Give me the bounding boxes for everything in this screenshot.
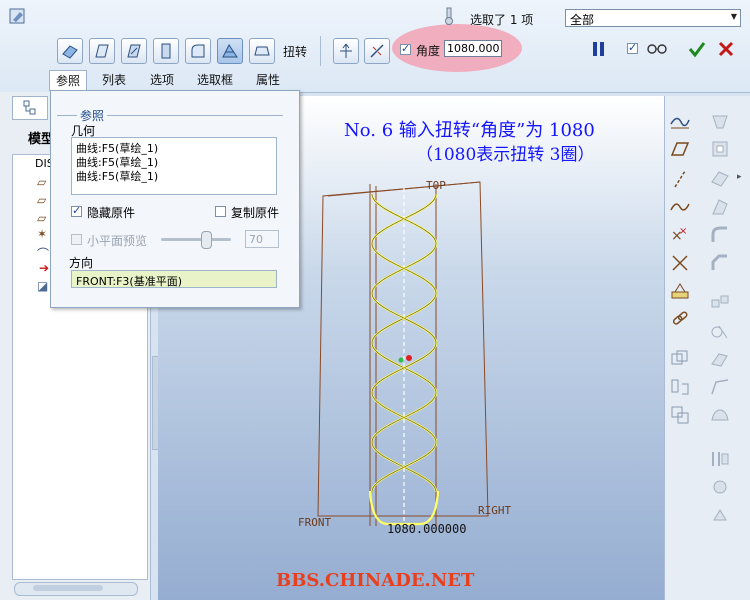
annotation-line-1: No. 6 输入扭转“角度”为 1080 bbox=[344, 120, 595, 141]
insert-here-arrow-icon[interactable]: ➔ bbox=[39, 261, 49, 275]
tab-options[interactable]: 选项 bbox=[144, 70, 180, 90]
tree-item-datum-plane[interactable]: ▱ bbox=[37, 211, 46, 225]
facet-preview-input[interactable] bbox=[245, 230, 279, 248]
twist-mode-label: 扭转 bbox=[283, 45, 308, 59]
copy-original-checkbox[interactable] bbox=[215, 206, 226, 217]
geometry-collector[interactable]: 曲线:F5(草绘_1) 曲线:F5(草绘_1) 曲线:F5(草绘_1) bbox=[71, 137, 277, 195]
angle-label: 角度 bbox=[416, 44, 441, 58]
flip-direction-button[interactable] bbox=[333, 38, 359, 64]
filter-value: 全部 bbox=[570, 13, 595, 27]
rib-icon[interactable] bbox=[709, 166, 731, 188]
chevron-down-icon: ▼ bbox=[730, 12, 737, 21]
round-icon[interactable] bbox=[709, 224, 731, 246]
direction-label: 方向 bbox=[69, 256, 94, 270]
facet-preview-label: 小平面预览 bbox=[87, 234, 148, 248]
copy-icon[interactable] bbox=[669, 348, 691, 370]
direction-collector[interactable]: FRONT:F3(基准平面) bbox=[71, 270, 277, 288]
surface-button[interactable] bbox=[89, 38, 115, 64]
datum-curve-icon[interactable] bbox=[669, 196, 691, 218]
annotation-line-2: （1080表示扭转 3圈） bbox=[416, 145, 595, 165]
trim-icon[interactable] bbox=[709, 320, 731, 342]
datum-label-front: FRONT bbox=[298, 516, 332, 529]
sweep-icon[interactable] bbox=[709, 448, 731, 470]
selection-icon bbox=[443, 6, 455, 26]
hole-icon[interactable] bbox=[709, 110, 731, 132]
feature-dashboard: 扭转 角度 选取了 1 项 全部 ▼ 参照 列表 选项 选取框 bbox=[0, 0, 750, 93]
references-panel: 参照 几何 曲线:F5(草绘_1) 曲线:F5(草绘_1) 曲线:F5(草绘_1… bbox=[50, 90, 300, 308]
boundary-icon[interactable] bbox=[709, 404, 731, 426]
model-tree-tab-icon[interactable] bbox=[12, 96, 48, 120]
confirm-icon[interactable] bbox=[688, 40, 706, 58]
slider-thumb[interactable] bbox=[201, 231, 212, 249]
tab-selection-box[interactable]: 选取框 bbox=[190, 70, 240, 90]
direction-value: FRONT:F3(基准平面) bbox=[76, 275, 182, 288]
offset-icon[interactable] bbox=[709, 376, 731, 398]
angle-input[interactable] bbox=[444, 40, 502, 57]
watermark: BBS.CHINADE.NET bbox=[276, 570, 475, 591]
cut-button[interactable] bbox=[121, 38, 147, 64]
tree-item-csys[interactable]: ✶ bbox=[37, 227, 47, 241]
shell-icon[interactable] bbox=[709, 138, 731, 160]
horizontal-scrollbar[interactable] bbox=[14, 582, 138, 596]
chain-link-icon[interactable] bbox=[669, 308, 691, 330]
solid-button[interactable] bbox=[57, 38, 83, 64]
datum-axis-icon[interactable] bbox=[669, 168, 691, 190]
coordinate-system-icon[interactable] bbox=[669, 252, 691, 274]
tree-item-sketch[interactable]: ⌒ bbox=[37, 245, 49, 262]
preview-checkbox[interactable] bbox=[627, 41, 638, 54]
hide-original-checkbox[interactable] bbox=[71, 204, 82, 217]
pattern-icon[interactable] bbox=[709, 292, 731, 314]
selection-status: 选取了 1 项 bbox=[470, 13, 534, 27]
tab-list[interactable]: 列表 bbox=[96, 70, 132, 90]
tab-properties[interactable]: 属性 bbox=[250, 70, 286, 90]
hide-original-label: 隐藏原件 bbox=[87, 206, 136, 220]
dimension-value[interactable]: 1080.000000 bbox=[387, 522, 466, 536]
tree-item-datum-plane[interactable]: ▱ bbox=[37, 175, 46, 189]
mirror-icon[interactable] bbox=[669, 376, 691, 398]
datum-plane-icon[interactable] bbox=[669, 138, 691, 160]
tree-item-feature[interactable]: ◪ bbox=[37, 279, 48, 293]
feature-type-icon bbox=[8, 6, 28, 26]
solidify-icon[interactable] bbox=[709, 504, 731, 526]
copy-original-label: 复制原件 bbox=[231, 206, 280, 220]
datum-label-right: RIGHT bbox=[478, 504, 512, 517]
right-toolbar: × × ▸ bbox=[664, 96, 750, 600]
transition-button[interactable] bbox=[185, 38, 211, 64]
merge-icon[interactable] bbox=[669, 404, 691, 426]
geometry-item[interactable]: 曲线:F5(草绘_1) bbox=[76, 168, 158, 184]
pause-button[interactable] bbox=[592, 42, 606, 56]
filter-select[interactable]: 全部 ▼ bbox=[565, 9, 741, 27]
twist-button[interactable] bbox=[217, 38, 243, 64]
tab-references[interactable]: 参照 bbox=[49, 70, 87, 91]
sketch-curve-icon[interactable] bbox=[669, 110, 691, 132]
thicken-button[interactable] bbox=[153, 38, 179, 64]
toolbar-separator bbox=[320, 36, 321, 66]
cancel-icon[interactable] bbox=[717, 40, 735, 58]
extend-icon[interactable] bbox=[709, 348, 731, 370]
csys-marker bbox=[398, 357, 404, 363]
facet-preview-checkbox[interactable] bbox=[71, 234, 82, 245]
analysis-icon[interactable] bbox=[669, 280, 691, 302]
draft-icon[interactable] bbox=[709, 196, 731, 218]
flatten-button[interactable] bbox=[249, 38, 275, 64]
facet-preview-slider[interactable] bbox=[161, 231, 231, 249]
blend-icon[interactable] bbox=[709, 476, 731, 498]
svg-text:×: × bbox=[679, 226, 687, 237]
chamfer-icon[interactable] bbox=[709, 252, 731, 274]
expand-arrow-icon[interactable]: ▸ bbox=[737, 172, 742, 182]
flip-side-button[interactable] bbox=[364, 38, 390, 64]
datum-label-top: TOP bbox=[426, 179, 446, 192]
drag-handle bbox=[406, 355, 412, 361]
datum-point-icon[interactable]: × × bbox=[669, 224, 691, 246]
tree-item-datum-plane[interactable]: ▱ bbox=[37, 193, 46, 207]
glasses-icon[interactable] bbox=[646, 41, 668, 55]
angle-checkbox[interactable] bbox=[400, 42, 411, 55]
